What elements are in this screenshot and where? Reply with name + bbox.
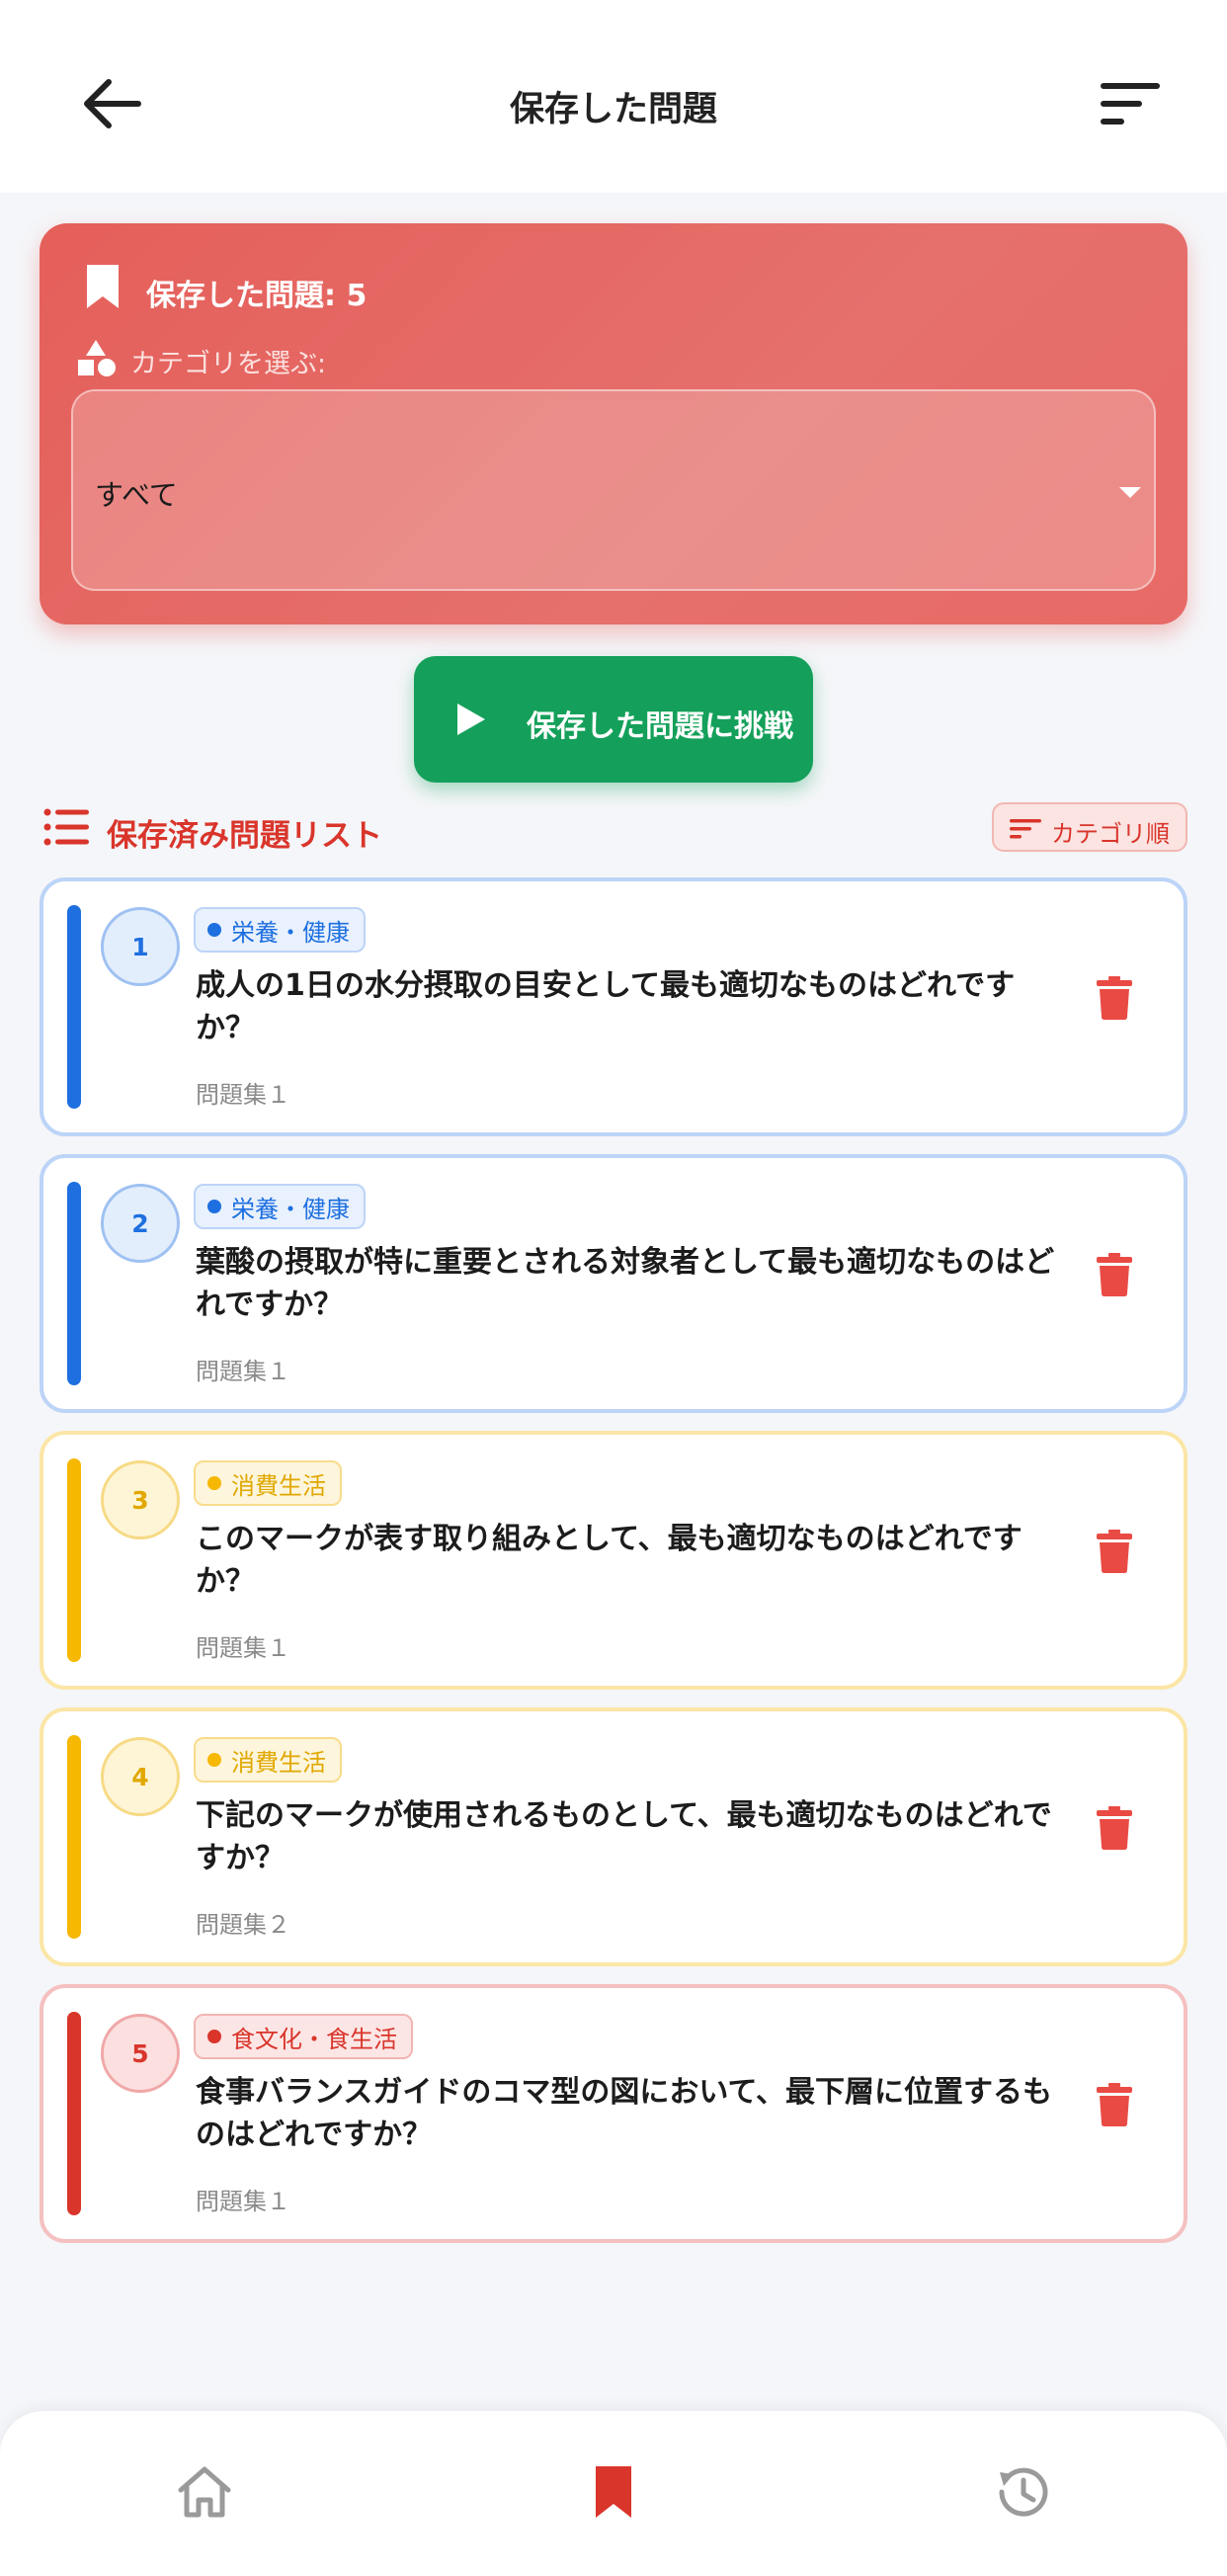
challenge-saved-button[interactable]: 保存した問題に挑戦: [414, 656, 813, 783]
question-number: 1: [101, 907, 180, 986]
question-number: 5: [101, 2014, 180, 2093]
app-root: 保存した問題 保存した問題: 5 カテゴリを選ぶ: すべて 保存した問題に挑戦: [0, 0, 1227, 2576]
category-badge: 食文化・食生活: [194, 2014, 413, 2059]
bookmark-icon[interactable]: [584, 2462, 643, 2522]
saved-question-card[interactable]: 2 栄養・健康 葉酸の摂取が特に重要とされる対象者として最も適切なものはどれです…: [40, 1154, 1187, 1413]
category-badge-label: 栄養・健康: [231, 1195, 350, 1223]
home-icon[interactable]: [175, 2462, 234, 2522]
sort-by-category-chip[interactable]: カテゴリ順: [992, 802, 1187, 852]
category-badge: 栄養・健康: [194, 1184, 366, 1229]
saved-summary-card: 保存した問題: 5 カテゴリを選ぶ: すべて: [40, 223, 1187, 624]
app-bar: 保存した問題: [0, 0, 1227, 193]
bookmark-icon: [87, 265, 119, 308]
sort-chip-label: カテゴリ順: [1051, 820, 1170, 848]
play-icon: [457, 704, 485, 735]
category-badge-label: 食文化・食生活: [231, 2025, 397, 2053]
category-badge-label: 消費生活: [231, 1471, 326, 1500]
category-color-bar: [67, 1735, 81, 1939]
category-shapes-icon: [78, 340, 116, 376]
list-icon: [43, 808, 89, 846]
question-set-label: 問題集２: [196, 1911, 290, 1939]
category-dot-icon: [207, 923, 221, 937]
category-badge: 栄養・健康: [194, 907, 366, 953]
category-badge: 消費生活: [194, 1460, 342, 1506]
trash-icon[interactable]: [1097, 976, 1132, 1020]
trash-icon[interactable]: [1097, 2083, 1132, 2126]
bottom-navigation: [0, 2411, 1227, 2576]
question-text: 葉酸の摂取が特に重要とされる対象者として最も適切なものはどれですか？: [196, 1245, 1055, 1322]
category-badge-label: 栄養・健康: [231, 918, 350, 947]
challenge-saved-label: 保存した問題に挑戦: [527, 709, 793, 744]
category-select-value: すべて: [95, 478, 178, 512]
category-badge-label: 消費生活: [231, 1748, 326, 1777]
sort-icon[interactable]: [1101, 79, 1160, 128]
saved-list-title: 保存済み問題リスト: [107, 818, 382, 854]
category-dot-icon: [207, 1753, 221, 1767]
question-set-label: 問題集１: [196, 1634, 290, 1662]
question-set-label: 問題集１: [196, 2188, 290, 2215]
saved-question-card[interactable]: 4 消費生活 下記のマークが使用されるものとして、最も適切なものはどれですか？ …: [40, 1707, 1187, 1966]
saved-count: 保存した問題: 5: [146, 279, 368, 313]
saved-question-card[interactable]: 1 栄養・健康 成人の1日の水分摂取の目安として最も適切なものはどれですか？ 問…: [40, 877, 1187, 1136]
category-dot-icon: [207, 2030, 221, 2043]
question-number: 2: [101, 1184, 180, 1263]
category-label: カテゴリを選ぶ:: [130, 349, 327, 379]
category-color-bar: [67, 1182, 81, 1385]
trash-icon[interactable]: [1097, 1253, 1132, 1296]
question-text: このマークが表す取り組みとして、最も適切なものはどれですか？: [196, 1522, 1022, 1599]
category-dot-icon: [207, 1200, 221, 1213]
sort-icon: [1010, 819, 1041, 839]
question-number: 4: [101, 1737, 180, 1816]
trash-icon[interactable]: [1097, 1806, 1132, 1850]
category-color-bar: [67, 2012, 81, 2215]
question-text: 成人の1日の水分摂取の目安として最も適切なものはどれですか？: [196, 968, 1016, 1045]
saved-question-card[interactable]: 3 消費生活 このマークが表す取り組みとして、最も適切なものはどれですか？ 問題…: [40, 1431, 1187, 1690]
trash-icon[interactable]: [1097, 1530, 1132, 1573]
dropdown-caret-icon: [1119, 487, 1141, 498]
question-set-label: 問題集１: [196, 1081, 290, 1109]
page-title: 保存した問題: [509, 90, 717, 129]
history-icon[interactable]: [992, 2462, 1051, 2522]
category-select[interactable]: すべて: [71, 389, 1156, 591]
question-number: 3: [101, 1460, 180, 1539]
question-set-label: 問題集１: [196, 1358, 290, 1385]
question-text: 食事バランスガイドのコマ型の図において、最下層に位置するものはどれですか？: [196, 2075, 1052, 2152]
category-dot-icon: [207, 1476, 221, 1490]
category-color-bar: [67, 1458, 81, 1662]
saved-question-card[interactable]: 5 食文化・食生活 食事バランスガイドのコマ型の図において、最下層に位置するもの…: [40, 1984, 1187, 2243]
category-color-bar: [67, 905, 81, 1109]
category-badge: 消費生活: [194, 1737, 342, 1783]
question-text: 下記のマークが使用されるものとして、最も適切なものはどれですか？: [196, 1798, 1052, 1875]
